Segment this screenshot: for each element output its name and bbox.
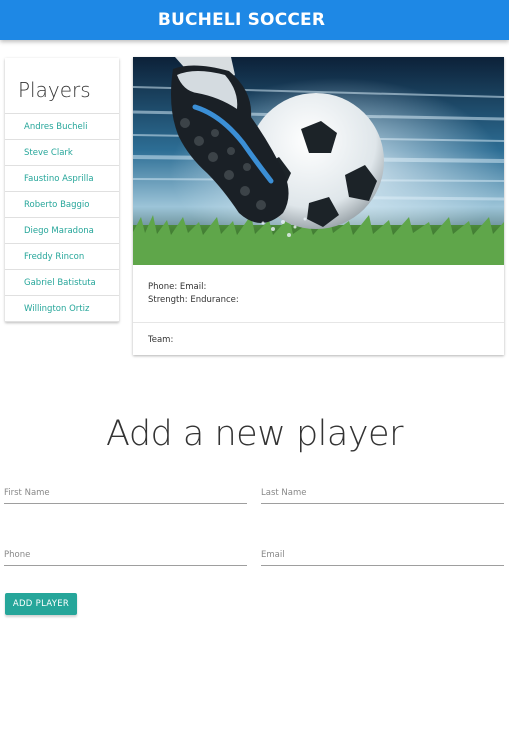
players-title: Players <box>18 78 91 102</box>
add-player-title: Add a new player <box>106 414 403 454</box>
player-list: Andres Bucheli Steve Clark Faustino Aspr… <box>5 113 119 322</box>
phone-input[interactable] <box>4 543 247 567</box>
first-name-field <box>4 480 247 505</box>
player-item-andres-bucheli[interactable]: Andres Bucheli <box>5 114 119 140</box>
player-detail-content: Phone: Email: Strength: Endurance: <box>133 265 504 323</box>
last-name-input[interactable] <box>261 481 504 505</box>
brand-logo[interactable]: BUCHELI SOCCER <box>158 10 325 30</box>
email-input[interactable] <box>261 543 504 567</box>
last-name-field <box>261 480 504 505</box>
phone-field <box>4 542 247 567</box>
player-item-faustino-asprilla[interactable]: Faustino Asprilla <box>5 166 119 192</box>
player-item-diego-maradona[interactable]: Diego Maradona <box>5 218 119 244</box>
add-player-button[interactable]: ADD PLAYER <box>5 593 77 615</box>
navbar: BUCHELI SOCCER <box>0 0 509 40</box>
player-item-freddy-rincon[interactable]: Freddy Rincon <box>5 244 119 270</box>
player-item-steve-clark[interactable]: Steve Clark <box>5 140 119 166</box>
player-item-gabriel-batistuta[interactable]: Gabriel Batistuta <box>5 270 119 296</box>
stats-line: Strength: Endurance: <box>148 295 239 305</box>
player-item-willington-ortiz[interactable]: Willington Ortiz <box>5 296 119 322</box>
player-item-roberto-baggio[interactable]: Roberto Baggio <box>5 192 119 218</box>
email-field <box>261 542 504 567</box>
team-line: Team: <box>148 335 174 345</box>
player-card-image <box>133 57 504 265</box>
contact-info-line: Phone: Email: <box>148 282 207 292</box>
first-name-input[interactable] <box>4 481 247 505</box>
players-card: Players Andres Bucheli Steve Clark Faust… <box>5 58 119 322</box>
player-detail-card: Phone: Email: Strength: Endurance: Team: <box>133 57 504 355</box>
